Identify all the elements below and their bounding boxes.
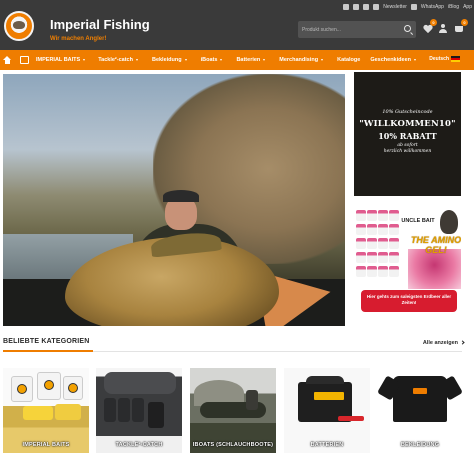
- nav-item-label: Kataloge: [337, 57, 361, 63]
- promo-cta-banner[interactable]: Hier gehts zum saleigsten Erdbeer aller …: [361, 290, 457, 312]
- user-account-icon[interactable]: [438, 24, 448, 34]
- chevron-down-icon: [83, 59, 86, 61]
- iblog-link[interactable]: iBlog: [448, 4, 459, 10]
- category-label: IMPERIAL BAITS: [22, 442, 70, 448]
- amino-gel-visual: [408, 249, 461, 289]
- category-label: IBOATS (SCHLAUCHBOOTE): [192, 442, 274, 448]
- nav-item-geschenkideen[interactable]: Geschenkideen: [370, 57, 416, 63]
- promo-amino-gel-banner[interactable]: UNCLE BAIT THE AMINO GEL! Hier gehts zum…: [354, 207, 461, 326]
- category-card-tackle-catch[interactable]: TACKLE²-CATCH: [96, 368, 182, 453]
- nav-item-imperial-baits[interactable]: IMPERIAL BAITS: [36, 57, 86, 63]
- whatsapp-link[interactable]: WhatsApp: [421, 4, 444, 10]
- hero-angler-cap: [163, 190, 199, 202]
- chevron-down-icon: [220, 59, 223, 61]
- amino-gel-title: THE AMINO GEL!: [410, 235, 461, 255]
- uncle-bait-brand: UNCLE BAIT: [401, 218, 435, 224]
- promo-voucher-code: "WILLKOMMEN10": [359, 119, 456, 129]
- search-input[interactable]: [302, 25, 398, 35]
- top-links: Newsletter WhatsApp iBlog App: [343, 2, 472, 11]
- category-card-bekleidung[interactable]: BEKLEIDUNG: [377, 368, 463, 453]
- chevron-down-icon: [321, 59, 324, 61]
- category-image: [190, 368, 276, 453]
- category-image: [284, 368, 370, 453]
- nav-item-batterien[interactable]: Batterien: [236, 57, 266, 63]
- chevron-right-icon: [460, 340, 465, 345]
- newsletter-icon: [373, 3, 380, 10]
- show-all-link[interactable]: Alle anzeigen: [422, 340, 465, 346]
- promo-note-2: herzlich willkommen: [383, 149, 432, 154]
- uncle-bait-mascot: [440, 210, 458, 234]
- promo-cta-text: Hier gehts zum saleigsten Erdbeer aller …: [366, 294, 452, 305]
- nav-items: IMPERIAL BAITS Tackle²-catch Bekleidung …: [36, 50, 416, 70]
- cart-count-badge: 0: [461, 19, 468, 26]
- promo-note-1: ab sofort: [397, 143, 418, 148]
- nav-item-label: Tackle²-catch: [98, 57, 133, 63]
- promo-voucher-intro: 10% Gutscheincode: [382, 109, 433, 115]
- main-nav: IMPERIAL BAITS Tackle²-catch Bekleidung …: [0, 50, 474, 70]
- nav-item-kataloge[interactable]: Kataloge: [337, 57, 360, 63]
- nav-item-label: Bekleidung: [151, 57, 182, 63]
- newsletter-link[interactable]: Newsletter: [383, 4, 407, 10]
- search-box: [298, 21, 416, 38]
- promo-discount: 10% RABATT: [378, 131, 437, 141]
- brand-title[interactable]: Imperial Fishing: [50, 17, 150, 32]
- category-label: TACKLE²-CATCH: [115, 442, 163, 448]
- nav-item-label: IMPERIAL BAITS: [36, 57, 81, 63]
- brand-subtitle: Wir machen Angler!: [50, 36, 107, 42]
- hero-carp-photo[interactable]: [3, 74, 345, 326]
- section-divider-accent: [3, 350, 93, 352]
- chevron-down-icon: [263, 59, 266, 61]
- category-image: [377, 368, 463, 453]
- whatsapp-icon: [410, 3, 417, 10]
- nav-item-tackle-catch[interactable]: Tackle²-catch: [98, 57, 138, 63]
- youtube-icon[interactable]: [363, 3, 370, 10]
- category-image: [96, 368, 182, 453]
- wishlist-count-badge: 0: [430, 19, 437, 26]
- nav-item-label: iBoats: [200, 57, 218, 63]
- promo-voucher-banner[interactable]: 10% Gutscheincode "WILLKOMMEN10" 10% RAB…: [354, 72, 461, 196]
- nav-item-bekleidung[interactable]: Bekleidung: [152, 57, 187, 63]
- section-title: BELIEBTE KATEGORIEN: [3, 338, 90, 345]
- nav-item-label: Geschenkideen: [370, 57, 411, 63]
- category-label: BATTERIEN: [310, 442, 344, 448]
- nav-item-label: Merchandising: [279, 57, 319, 63]
- search-icon[interactable]: [404, 25, 411, 32]
- category-image: [3, 368, 89, 453]
- home-icon[interactable]: [3, 56, 12, 64]
- show-all-label: Alle anzeigen: [422, 340, 458, 346]
- language-switcher[interactable]: Deutsch: [429, 56, 460, 62]
- category-card-imperial-baits[interactable]: IMPERIAL BAITS: [3, 368, 89, 453]
- nav-item-label: Batterien: [236, 57, 261, 63]
- app-link[interactable]: App: [463, 4, 472, 10]
- category-label: BEKLEIDUNG: [400, 442, 440, 448]
- nav-item-iboats[interactable]: iBoats: [201, 57, 223, 63]
- language-label: Deutsch: [429, 56, 449, 62]
- category-card-batterien[interactable]: BATTERIEN: [284, 368, 370, 453]
- german-flag-icon: [451, 56, 460, 62]
- chevron-down-icon: [184, 59, 187, 61]
- category-card-iboats[interactable]: IBOATS (SCHLAUCHBOOTE): [190, 368, 276, 453]
- imperial-fishing-logo[interactable]: [4, 11, 34, 41]
- instagram-icon[interactable]: [353, 3, 360, 10]
- top-header: Imperial Fishing Wir machen Angler! News…: [0, 0, 474, 50]
- catalog-icon[interactable]: [20, 56, 29, 64]
- chevron-down-icon: [414, 59, 416, 61]
- nav-item-merchandising[interactable]: Merchandising: [279, 57, 324, 63]
- chevron-down-icon: [135, 59, 138, 61]
- facebook-icon[interactable]: [343, 3, 350, 10]
